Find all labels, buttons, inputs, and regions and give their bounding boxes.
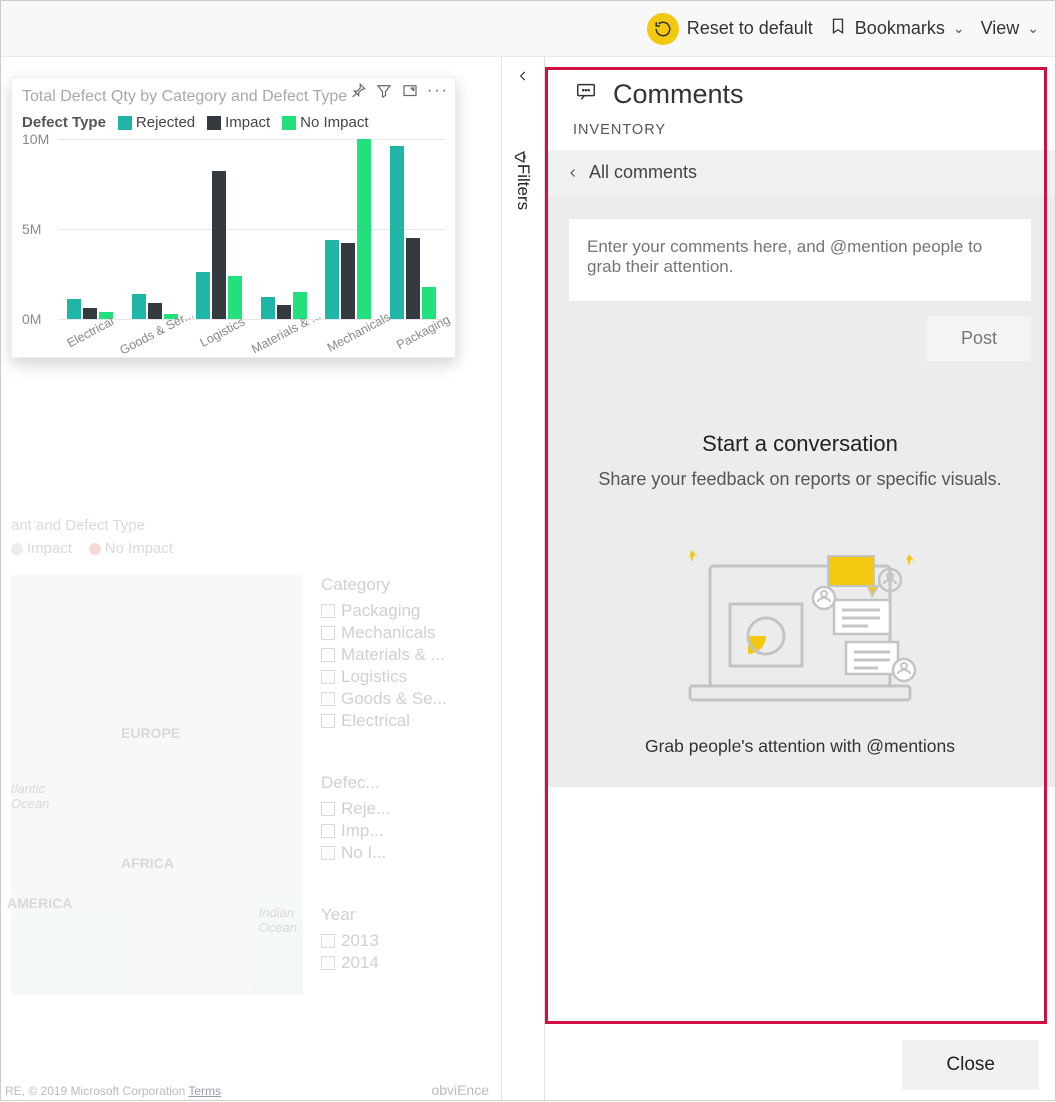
- chevron-down-icon: ⌄: [1027, 20, 1039, 37]
- reset-label: Reset to default: [687, 18, 813, 39]
- slicer-item-label: 2013: [341, 931, 379, 951]
- slicer-item[interactable]: Materials & ...: [321, 645, 491, 665]
- slicer-item[interactable]: 2013: [321, 931, 491, 951]
- checkbox-icon: [321, 670, 335, 684]
- checkbox-icon: [321, 626, 335, 640]
- bar[interactable]: [212, 171, 226, 319]
- slicer-item[interactable]: Packaging: [321, 601, 491, 621]
- legend-title: Defect Type: [22, 114, 106, 131]
- checkbox-icon: [321, 956, 335, 970]
- bar[interactable]: [406, 238, 420, 319]
- visual-action-bar: ···: [349, 82, 449, 105]
- chevron-down-icon: ⌄: [953, 20, 965, 37]
- slicer-item-label: Imp...: [341, 821, 384, 841]
- slicer-item-label: Reje...: [341, 799, 390, 819]
- legend-item-rejected[interactable]: Rejected: [118, 114, 195, 131]
- bar[interactable]: [67, 299, 81, 319]
- slicer-item-label: 2014: [341, 953, 379, 973]
- conversation-illustration: [650, 518, 950, 718]
- bar-group[interactable]: [58, 139, 123, 319]
- slicer-item-label: Electrical: [341, 711, 410, 731]
- year-slicer-title: Year: [321, 905, 491, 925]
- checkbox-icon: [321, 714, 335, 728]
- checkbox-icon: [321, 648, 335, 662]
- checkbox-icon: [321, 846, 335, 860]
- faded-legend-impact: Impact: [11, 540, 72, 557]
- bar[interactable]: [390, 146, 404, 319]
- bar[interactable]: [196, 272, 210, 319]
- chart-x-axis: ElectricalGoods & Ser...LogisticsMateria…: [58, 319, 445, 341]
- report-canvas: ··· Total Defect Qty by Category and Def…: [1, 57, 501, 1102]
- background-report-faded: ant and Defect Type Impact No Impact EUR…: [1, 517, 501, 1005]
- slicer-item-label: Mechanicals: [341, 623, 436, 643]
- map-visual-faded: EUROPE AFRICA AMERICA tlanticOcean India…: [11, 575, 303, 995]
- chart-visual[interactable]: ··· Total Defect Qty by Category and Def…: [11, 77, 456, 358]
- checkbox-icon: [321, 934, 335, 948]
- view-button[interactable]: View ⌄: [981, 18, 1039, 39]
- reset-icon: [647, 13, 679, 45]
- slicer-item[interactable]: No I...: [321, 843, 491, 863]
- brand-label: obviEnce: [431, 1082, 489, 1098]
- focus-mode-icon[interactable]: [401, 82, 419, 105]
- filters-rail[interactable]: Filters: [501, 57, 545, 1102]
- bookmarks-button[interactable]: Bookmarks ⌄: [829, 16, 965, 41]
- close-button[interactable]: Close: [902, 1040, 1039, 1090]
- checkbox-icon: [321, 604, 335, 618]
- slicer-item[interactable]: 2014: [321, 953, 491, 973]
- faded-title-fragment: ant and Defect Type: [11, 517, 145, 534]
- defect-slicer-title: Defec...: [321, 773, 491, 793]
- pin-icon[interactable]: [349, 82, 367, 105]
- faded-legend-noimpact: No Impact: [89, 540, 173, 557]
- y-tick: 0M: [22, 311, 41, 327]
- view-label: View: [981, 18, 1020, 39]
- reset-to-default-button[interactable]: Reset to default: [647, 13, 813, 45]
- slicer-item[interactable]: Reje...: [321, 799, 491, 819]
- filter-icon[interactable]: [375, 82, 393, 105]
- slicer-item[interactable]: Electrical: [321, 711, 491, 731]
- slicer-item-label: Logistics: [341, 667, 407, 687]
- comments-panel: Comments INVENTORY All comments Post Sta…: [545, 57, 1055, 1102]
- legend-item-impact[interactable]: Impact: [207, 114, 270, 131]
- bar[interactable]: [325, 240, 339, 319]
- checkbox-icon: [321, 692, 335, 706]
- chart-plot-area: 0M5M10M: [58, 139, 445, 319]
- bookmarks-label: Bookmarks: [855, 18, 945, 39]
- bar-group[interactable]: [316, 139, 381, 319]
- collapse-chevron-icon[interactable]: [502, 57, 544, 88]
- bar[interactable]: [261, 297, 275, 319]
- slicer-item[interactable]: Imp...: [321, 821, 491, 841]
- bar-group[interactable]: [187, 139, 252, 319]
- bar-group[interactable]: [123, 139, 188, 319]
- bar[interactable]: [132, 294, 146, 319]
- bar-group[interactable]: [252, 139, 317, 319]
- top-toolbar: Reset to default Bookmarks ⌄ View ⌄: [1, 1, 1055, 57]
- filters-rail-label: Filters: [513, 164, 533, 210]
- y-tick: 10M: [22, 131, 49, 147]
- legend-item-noimpact[interactable]: No Impact: [282, 114, 368, 131]
- slicer-item-label: Packaging: [341, 601, 420, 621]
- checkbox-icon: [321, 824, 335, 838]
- slicer-item-label: No I...: [341, 843, 386, 863]
- bar[interactable]: [341, 243, 355, 319]
- slicer-item[interactable]: Mechanicals: [321, 623, 491, 643]
- y-tick: 5M: [22, 221, 41, 237]
- bar[interactable]: [357, 139, 371, 319]
- slicer-item[interactable]: Goods & Se...: [321, 689, 491, 709]
- terms-link[interactable]: Terms: [188, 1084, 221, 1098]
- map-credit: RE, © 2019 Microsoft Corporation Terms: [5, 1084, 221, 1098]
- more-options-icon[interactable]: ···: [427, 82, 449, 105]
- bar-group[interactable]: [381, 139, 446, 319]
- chart-legend: Defect Type Rejected Impact No Impact: [22, 114, 445, 131]
- slicer-item[interactable]: Logistics: [321, 667, 491, 687]
- slicer-item-label: Goods & Se...: [341, 689, 447, 709]
- slicer-item-label: Materials & ...: [341, 645, 445, 665]
- bookmark-icon: [829, 16, 847, 41]
- checkbox-icon: [321, 802, 335, 816]
- category-slicer-title: Category: [321, 575, 491, 595]
